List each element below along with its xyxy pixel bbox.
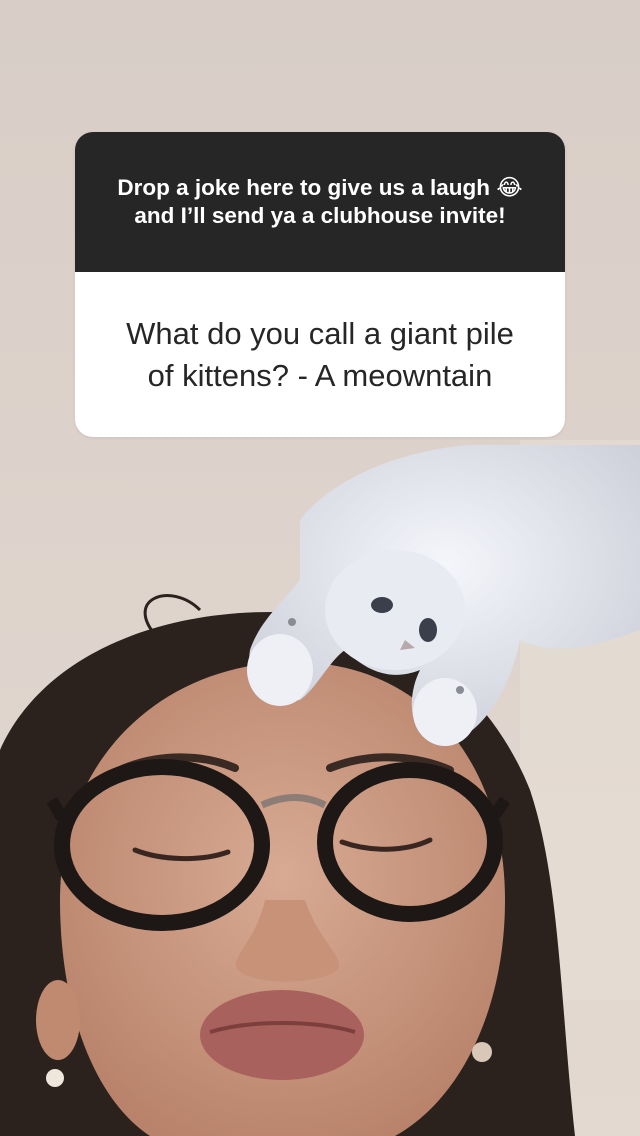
question-prompt-line2: and I’ll send ya a clubhouse invite!: [134, 203, 506, 228]
laughing-emoji-icon: 😂: [496, 175, 523, 200]
question-answer: What do you call a giant pile of kittens…: [75, 272, 565, 437]
question-prompt-line1: Drop a joke here to give us a laugh: [117, 175, 491, 200]
answer-text: What do you call a giant pile of kittens…: [126, 315, 514, 393]
question-prompt: Drop a joke here to give us a laugh 😂 an…: [75, 132, 565, 272]
question-sticker[interactable]: Drop a joke here to give us a laugh 😂 an…: [75, 132, 565, 437]
